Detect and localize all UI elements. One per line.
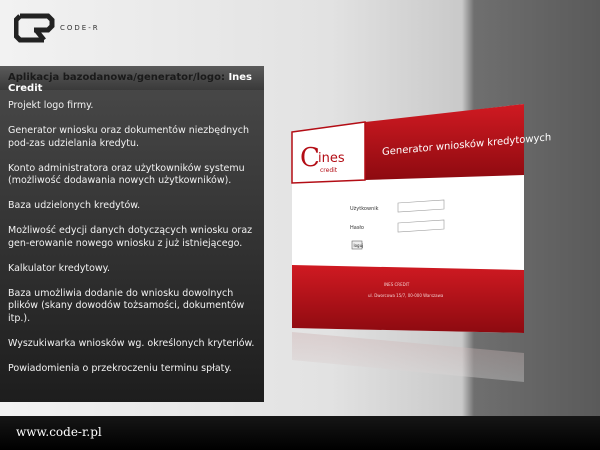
panel-title: Aplikacja bazodanowa/generator/logo: Ine… — [0, 66, 264, 94]
mockup-footer-line1: INES CREDIT — [384, 282, 410, 287]
mockup-reflection — [292, 332, 524, 382]
feature-item: Konto administratora oraz użytkowników s… — [8, 162, 245, 187]
feature-item: Możliwość edycji danych dotyczących wnio… — [8, 225, 253, 249]
mockup-footer-line2: ul. Dworcowa 15/7, 00-000 Warszawa — [368, 293, 444, 298]
feature-item: Generator wniosku oraz dokumentów niezbę… — [8, 125, 250, 149]
mockup-login-button-label: loguj — [354, 243, 364, 248]
panel-title-label: Aplikacja bazodanowa/generator/logo: Ine… — [8, 72, 264, 94]
code-r-logo-icon[interactable] — [14, 12, 56, 44]
mockup-user-label: Użytkownik — [350, 206, 379, 212]
feature-list: Projekt logo firmy. Generator wniosku or… — [8, 100, 258, 388]
footer-url-link[interactable]: www.code-r.pl — [16, 425, 102, 439]
brand-text: CODE-R — [60, 24, 100, 32]
mockup-password-label: Hasło — [350, 225, 364, 231]
feature-item: Kalkulator kredytowy. — [8, 262, 110, 274]
mockup-logo-sub: credit — [320, 167, 338, 174]
feature-item: Projekt logo firmy. — [8, 100, 94, 111]
feature-item: Wyszukiwarka wniosków wg. określonych kr… — [8, 337, 255, 349]
feature-item: Baza udzielonych kredytów. — [8, 200, 141, 211]
footer: www.code-r.pl — [0, 416, 600, 450]
feature-item: Baza umożliwia dodanie do wniosku dowoln… — [8, 287, 245, 324]
header: CODE-R — [0, 0, 600, 64]
feature-item: Powiadomienia o przekroczeniu terminu sp… — [8, 362, 232, 374]
description-panel: Aplikacja bazodanowa/generator/logo: Ine… — [0, 66, 264, 402]
mockup-footer — [292, 265, 524, 333]
mockup-logo-main: ines — [318, 151, 345, 166]
mockup-logo-c: C — [300, 143, 320, 173]
panel-title-prefix: Aplikacja bazodanowa/generator/logo: — [8, 72, 229, 83]
